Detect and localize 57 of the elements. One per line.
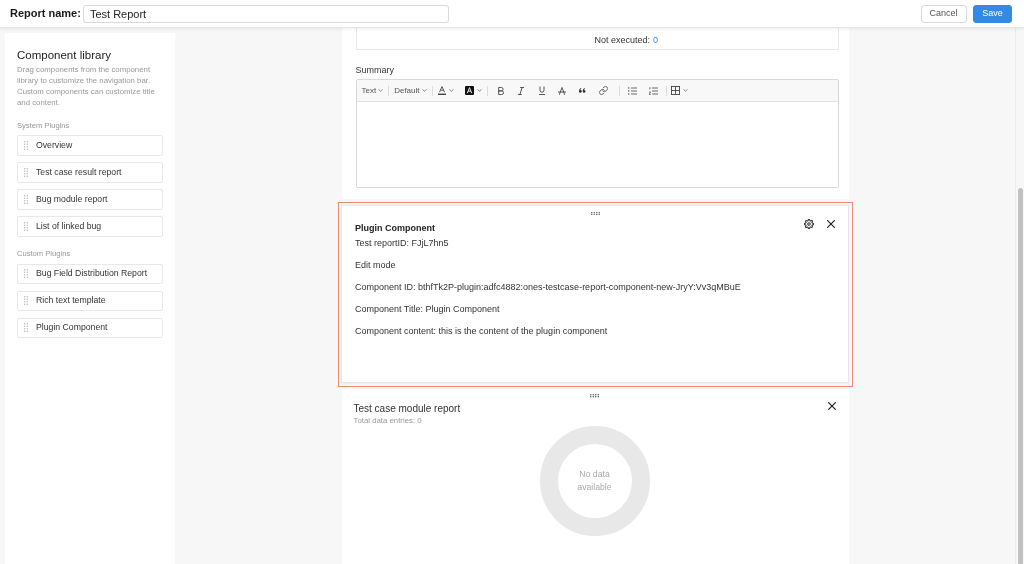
- drag-handle-icon[interactable]: [590, 394, 599, 398]
- font-color-dropdown[interactable]: [437, 86, 454, 95]
- bullet-list-icon[interactable]: [628, 86, 638, 95]
- settings-icon[interactable]: [804, 219, 814, 229]
- plugin-list-item[interactable]: List of linked bug: [17, 216, 163, 237]
- caret-icon: [421, 89, 427, 92]
- drag-handle-icon[interactable]: [24, 167, 28, 177]
- strikethrough-icon[interactable]: [558, 86, 567, 95]
- scrollbar-thumb[interactable]: [1017, 188, 1023, 564]
- underline-icon[interactable]: [538, 86, 545, 95]
- component-info-text: Test reportID: FJjL7hn5: [355, 237, 450, 250]
- cancel-button[interactable]: Cancel: [920, 4, 967, 23]
- table-dropdown[interactable]: [670, 86, 688, 95]
- card-title: Plugin Component: [355, 222, 435, 234]
- table-icon: [670, 86, 680, 95]
- close-icon[interactable]: [827, 220, 835, 228]
- result-value: 0: [653, 34, 659, 46]
- close-icon[interactable]: [827, 402, 836, 410]
- drag-handle-icon[interactable]: [24, 296, 28, 306]
- caret-icon: [682, 89, 688, 92]
- component-info-text: Edit mode: [355, 259, 397, 272]
- drag-handle-icon[interactable]: [24, 269, 28, 279]
- sidebar-title: Component library: [17, 48, 112, 62]
- font-color-icon: [437, 86, 446, 95]
- plugin-list-item[interactable]: Bug Field Distribution Report: [17, 263, 163, 284]
- drag-handle-icon[interactable]: [24, 140, 28, 150]
- caret-icon: [448, 89, 454, 92]
- italic-icon[interactable]: [518, 86, 525, 95]
- caret-icon: [378, 89, 384, 92]
- component-info-text: Component Title: Plugin Component: [355, 303, 501, 316]
- link-icon[interactable]: [598, 86, 608, 95]
- plugin-list-item[interactable]: Bug module report: [17, 189, 163, 210]
- caret-icon: [476, 89, 482, 92]
- report-name-input[interactable]: Test Report: [82, 4, 449, 23]
- section-label: Summary: [355, 63, 395, 76]
- drag-handle-icon[interactable]: [24, 194, 28, 204]
- plugin-list-item[interactable]: Rich text template: [17, 290, 163, 311]
- format-dropdown[interactable]: Text: [361, 86, 384, 95]
- field-label: Report name:: [10, 6, 81, 22]
- quote-icon[interactable]: [579, 88, 587, 93]
- component-info-text: Component content: this is the content of the plugin component: [355, 325, 609, 338]
- highlight-color-dropdown[interactable]: [464, 86, 482, 95]
- plugin-list-item[interactable]: Overview: [17, 135, 163, 156]
- drag-handle-icon[interactable]: [590, 211, 600, 215]
- drag-handle-icon[interactable]: [24, 221, 28, 231]
- numbered-list-icon[interactable]: [648, 86, 658, 95]
- highlight-color-icon: [464, 86, 474, 95]
- component-info-text: Component ID: bthfTk2P-plugin:adfc4882:ones-testcase-report-component-new-JryY:Vv3qMBuE: [355, 281, 742, 294]
- card-title: Test case module report: [353, 401, 461, 415]
- plugin-list-item[interactable]: Test case result report: [17, 162, 163, 183]
- plugin-list-item[interactable]: Plugin Component: [17, 317, 163, 338]
- save-button[interactable]: Save: [973, 4, 1012, 23]
- drag-handle-icon[interactable]: [24, 323, 28, 333]
- bold-icon[interactable]: [497, 86, 504, 95]
- result-label: Not executed:: [594, 34, 651, 46]
- format-dropdown[interactable]: Default: [394, 86, 427, 95]
- empty-state-text: No data available: [576, 468, 613, 494]
